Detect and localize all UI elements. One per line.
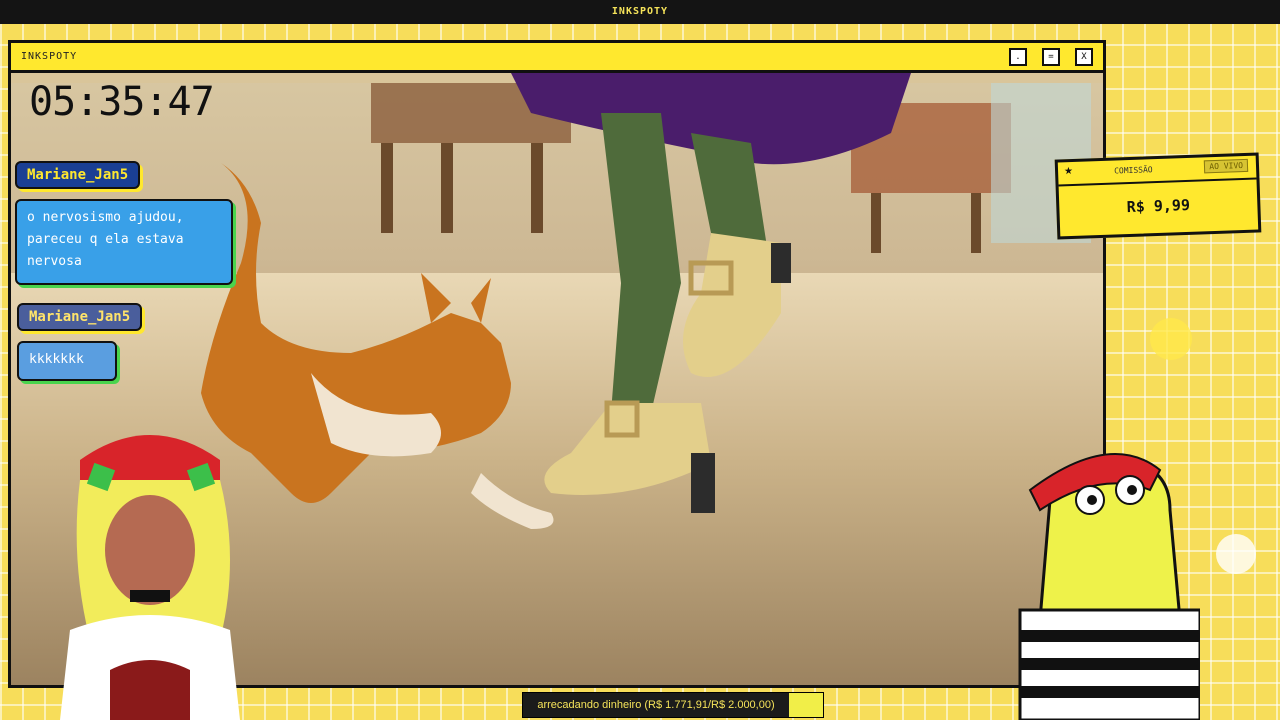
commission-price: R$ 9,99: [1126, 195, 1191, 217]
live-badge: AO VIVO: [1204, 158, 1249, 174]
deco-circle: [1150, 318, 1192, 360]
deco-circle: [1216, 534, 1256, 574]
maximize-button[interactable]: =: [1042, 48, 1060, 66]
mascot-avatar-right: [1018, 453, 1200, 720]
chat-username: Mariane_Jan5: [15, 161, 141, 189]
commission-card: ★ COMISSÃO AO VIVO R$ 9,99: [1054, 152, 1262, 240]
app-title: INKSPOTY: [611, 6, 669, 17]
star-icon: ★: [1063, 165, 1074, 178]
goal-text: arrecadando dinheiro (R$ 1.771,91/R$ 2.0…: [537, 699, 775, 711]
chat-message: o nervosismo ajudou, pareceu q ela estav…: [15, 199, 233, 285]
window-titlebar[interactable]: INKSPOTY . = X: [11, 43, 1103, 73]
close-icon: X: [1081, 52, 1087, 62]
chat-message: kkkkkkk: [17, 341, 117, 381]
minimize-button[interactable]: .: [1009, 48, 1027, 66]
minimize-icon: .: [1015, 52, 1021, 62]
stream-timer: 05:35:47: [29, 79, 215, 125]
chat-username: Mariane_Jan5: [17, 303, 143, 331]
window-title: INKSPOTY: [21, 51, 78, 62]
maximize-icon: =: [1048, 52, 1054, 62]
commission-label: COMISSÃO: [1113, 165, 1153, 176]
app-topbar: INKSPOTY: [0, 0, 1280, 24]
goal-progress-remaining: [788, 693, 823, 717]
close-button[interactable]: X: [1075, 48, 1093, 66]
commission-header: ★ COMISSÃO AO VIVO: [1057, 155, 1257, 187]
streamer-avatar-left: [60, 435, 240, 720]
donation-goal-bar: arrecadando dinheiro (R$ 1.771,91/R$ 2.0…: [522, 692, 824, 718]
